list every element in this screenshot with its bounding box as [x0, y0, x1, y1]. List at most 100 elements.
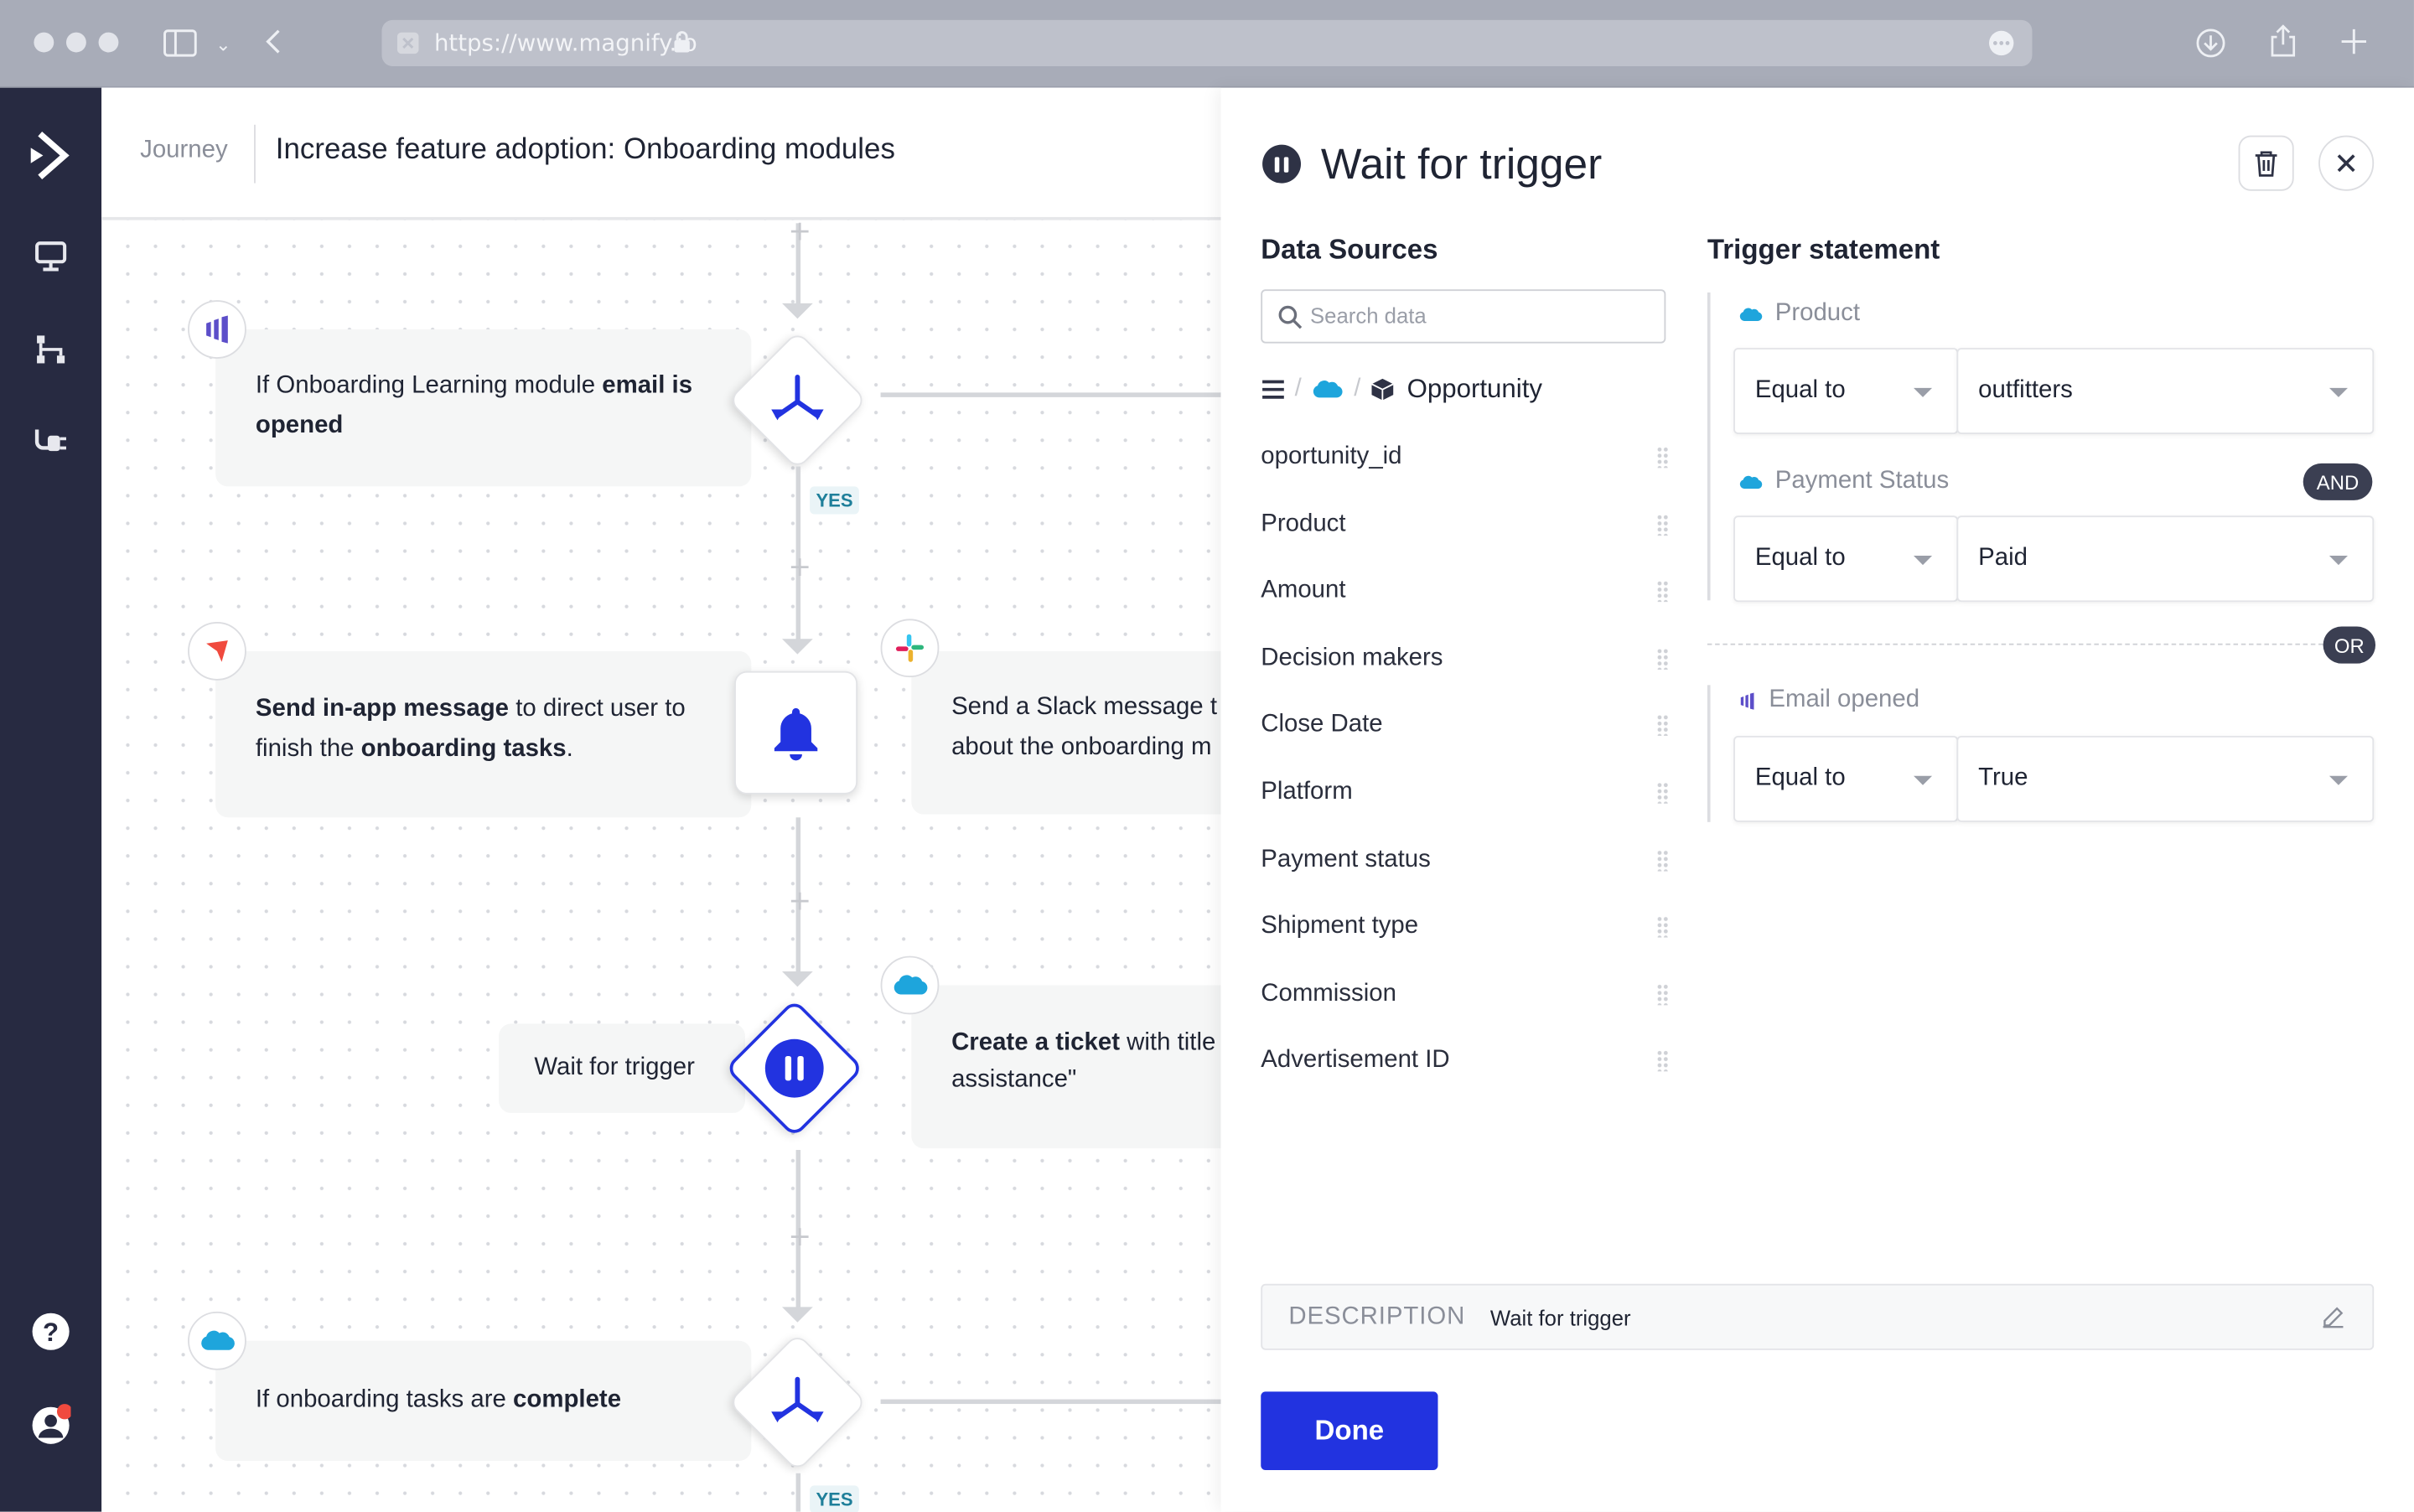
- data-field-item[interactable]: Payment status: [1261, 846, 1669, 879]
- data-field-item[interactable]: Advertisement ID: [1261, 1048, 1669, 1081]
- add-step-icon[interactable]: +: [788, 888, 811, 916]
- node-text: to direct user to: [509, 696, 686, 722]
- select-value: Equal to: [1754, 545, 1846, 572]
- select-value: outfitters: [1978, 376, 2073, 404]
- data-sources-heading: Data Sources: [1261, 234, 1438, 265]
- notification-node[interactable]: [734, 671, 858, 795]
- drag-handle-icon[interactable]: [1656, 647, 1669, 670]
- arrow-down-icon: [782, 971, 813, 987]
- drag-handle-icon[interactable]: [1656, 513, 1669, 536]
- data-field-label: oportunity_id: [1261, 443, 1402, 470]
- sidebar-toggle-icon[interactable]: [163, 29, 197, 62]
- magnify-logo-icon[interactable]: [26, 131, 75, 180]
- data-field-item[interactable]: oportunity_id: [1261, 443, 1669, 477]
- description-value: Wait for trigger: [1489, 1305, 1631, 1330]
- data-field-label: Platform: [1261, 779, 1353, 805]
- journey-canvas[interactable]: Journey Increase feature adoption: Onboa…: [101, 87, 1235, 1512]
- data-field-item[interactable]: Shipment type: [1261, 914, 1669, 947]
- select-value: Equal to: [1754, 376, 1846, 404]
- create-ticket-card[interactable]: Create a ticket with title assistance": [911, 985, 1235, 1149]
- user-avatar-icon[interactable]: [31, 1404, 71, 1444]
- condition-group-bar: [1707, 685, 1711, 822]
- svg-text:?: ?: [43, 1318, 59, 1347]
- search-input[interactable]: [1310, 303, 1650, 329]
- back-icon[interactable]: [263, 28, 282, 60]
- maximize-window-dot[interactable]: [98, 32, 119, 53]
- description-field[interactable]: DESCRIPTION Wait for trigger: [1261, 1283, 2375, 1350]
- slack-message-card[interactable]: Send a Slack message t about the onboardi…: [911, 650, 1235, 815]
- done-button[interactable]: Done: [1261, 1391, 1438, 1471]
- value-select[interactable]: outfitters: [1956, 348, 2375, 434]
- new-tab-icon[interactable]: [2340, 28, 2368, 60]
- node-text-bold: Send in-app message: [255, 696, 510, 722]
- arrow-down-icon: [782, 1307, 813, 1323]
- chevron-down-icon: [1914, 556, 1933, 566]
- data-field-item[interactable]: Decision makers: [1261, 645, 1669, 678]
- drag-handle-icon[interactable]: [1656, 446, 1669, 469]
- monitor-icon[interactable]: [31, 236, 71, 276]
- branch-line: [880, 1399, 1221, 1405]
- add-step-icon[interactable]: +: [788, 1223, 811, 1251]
- add-step-icon[interactable]: +: [788, 218, 811, 246]
- drag-handle-icon[interactable]: [1656, 1050, 1669, 1073]
- drag-handle-icon[interactable]: [1656, 782, 1669, 804]
- salesforce-badge-icon: [880, 955, 940, 1015]
- and-operator-badge[interactable]: AND: [2303, 463, 2373, 500]
- add-step-icon[interactable]: +: [788, 553, 811, 582]
- drag-handle-icon[interactable]: [1656, 580, 1669, 603]
- data-field-label: Amount: [1261, 577, 1346, 604]
- close-window-dot[interactable]: [34, 32, 54, 53]
- search-icon: [1278, 305, 1303, 329]
- data-field-item[interactable]: Close Date: [1261, 712, 1669, 745]
- data-field-label: Close Date: [1261, 712, 1383, 738]
- drag-handle-icon[interactable]: [1656, 849, 1669, 871]
- journey-flow-icon[interactable]: [31, 329, 71, 370]
- data-field-item[interactable]: Amount: [1261, 577, 1669, 611]
- inapp-message-card[interactable]: Send in-app message to direct user to fin…: [215, 650, 752, 818]
- salesforce-icon: [1313, 381, 1344, 398]
- chevron-down-icon: [1914, 387, 1933, 397]
- slack-badge-icon: [880, 619, 940, 678]
- search-data-field[interactable]: [1261, 289, 1666, 344]
- or-operator-badge[interactable]: OR: [2323, 626, 2376, 664]
- marketo-icon: [1740, 691, 1754, 709]
- lock-icon: [673, 29, 692, 59]
- condition-email-opened-card[interactable]: If Onboarding Learning module email is op…: [215, 329, 752, 487]
- wait-trigger-card[interactable]: Wait for trigger: [499, 1023, 745, 1113]
- yes-label: YES: [810, 486, 859, 515]
- operator-select[interactable]: Equal to: [1733, 348, 1959, 434]
- data-field-label: Shipment type: [1261, 913, 1419, 940]
- salesforce-icon: [1739, 474, 1763, 489]
- drag-handle-icon[interactable]: [1656, 983, 1669, 1005]
- trigger-statement-heading: Trigger statement: [1707, 234, 1940, 265]
- close-button[interactable]: [2318, 135, 2375, 191]
- chevron-down-icon[interactable]: ⌄: [215, 31, 231, 59]
- node-text: If onboarding tasks are: [255, 1386, 514, 1414]
- data-field-item[interactable]: Commission: [1261, 981, 1669, 1014]
- download-icon[interactable]: [2195, 28, 2226, 63]
- site-favicon-icon: [396, 31, 419, 59]
- share-icon[interactable]: [2269, 24, 2297, 63]
- delete-button[interactable]: [2238, 135, 2294, 191]
- more-options-icon[interactable]: [1987, 29, 2015, 62]
- value-select[interactable]: Paid: [1956, 515, 2375, 603]
- drag-handle-icon[interactable]: [1656, 916, 1669, 938]
- source-object-name: Opportunity: [1406, 374, 1543, 404]
- operator-select[interactable]: Equal to: [1733, 515, 1959, 603]
- minimize-window-dot[interactable]: [65, 32, 86, 53]
- condition-tasks-complete-card[interactable]: If onboarding tasks are complete: [215, 1340, 752, 1462]
- bell-icon: [774, 707, 818, 761]
- breadcrumb-journey[interactable]: Journey: [140, 137, 228, 164]
- data-field-item[interactable]: Product: [1261, 510, 1669, 544]
- operator-select[interactable]: Equal to: [1733, 735, 1959, 822]
- drag-handle-icon[interactable]: [1656, 714, 1669, 737]
- integrations-plug-icon[interactable]: [31, 420, 71, 460]
- value-select[interactable]: True: [1956, 735, 2375, 822]
- description-label: DESCRIPTION: [1288, 1303, 1466, 1330]
- data-field-item[interactable]: Platform: [1261, 779, 1669, 812]
- url-text[interactable]: https://www.magnify.io: [434, 29, 697, 57]
- chevron-down-icon: [1914, 775, 1933, 785]
- source-path-breadcrumb[interactable]: / / Opportunity: [1261, 374, 1542, 405]
- edit-pencil-icon[interactable]: [2322, 1306, 2345, 1329]
- help-icon[interactable]: ?: [31, 1312, 71, 1352]
